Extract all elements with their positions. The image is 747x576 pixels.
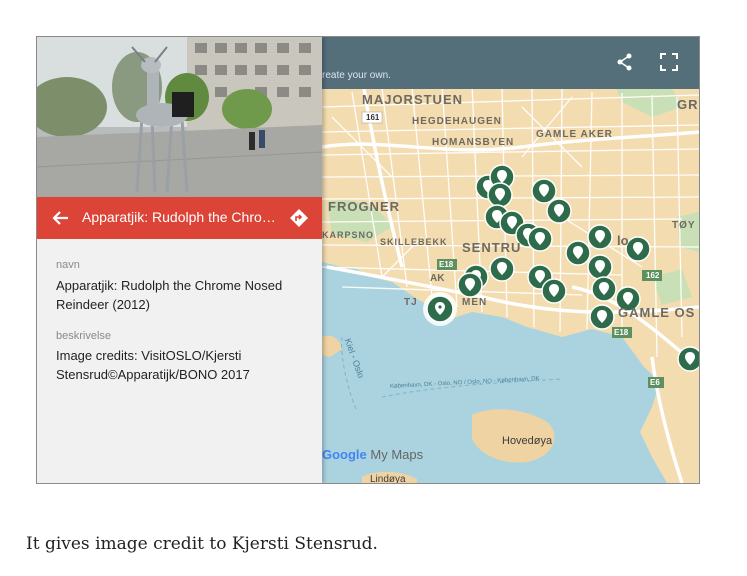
google-my-maps-logo: Google My Maps [322,447,423,462]
panel-title: Apparatjik: Rudolph the Chrome Nosed Rei… [82,209,282,225]
navn-label: navn [56,259,80,271]
label-aker: AK [430,273,445,284]
label-gr: GR [677,97,699,112]
my-maps-logo-text: My Maps [370,447,424,462]
arrow-left-icon[interactable] [51,208,71,228]
label-sentrum: SENTRU [462,240,522,255]
map-canvas[interactable]: MAJORSTUEN HEGDEHAUGEN GAMLE AKER HOMANS… [322,37,699,483]
article-caption: It gives image credit to Kjersti Stensru… [26,534,378,554]
directions-icon[interactable] [289,208,309,228]
road-e6: E6 [650,378,660,387]
road-162: 162 [646,271,660,280]
label-hegdehaugen: HEGDEHAUGEN [412,116,502,127]
panel-details: navn Apparatjik: Rudolph the Chrome Nose… [37,239,322,483]
label-tjuvholmen-end: MEN [462,297,488,308]
google-logo-text: Google [322,447,367,462]
beskrivelse-label: beskrivelse [56,330,112,342]
label-toyen: TØY [672,220,696,231]
feature-photo [37,37,322,197]
fullscreen-icon[interactable] [658,51,680,73]
label-tjuvholmen: TJ [404,297,418,308]
label-homansbyen: HOMANSBYEN [432,137,515,148]
feature-detail-panel: Apparatjik: Rudolph the Chrome Nosed Rei… [37,37,322,483]
label-gamle-oslo: GAMLE OS [618,305,696,320]
label-lindoya: Lindøya [370,474,406,483]
road-161: 161 [366,113,380,122]
beskrivelse-value: Image credits: VisitOSLO/Kjersti Stensru… [56,348,250,382]
label-karpsno: KARPSNO [322,230,375,240]
embedded-map-frame: MAJORSTUEN HEGDEHAUGEN GAMLE AKER HOMANS… [36,36,700,484]
label-majorstuen: MAJORSTUEN [362,92,464,107]
label-skillebekk: SKILLEBEKK [380,237,448,247]
road-e18-a: E18 [439,260,454,269]
share-icon[interactable] [614,51,636,73]
create-your-own-link[interactable]: reate your own. [322,70,391,81]
label-gamle-aker: GAMLE AKER [536,129,613,140]
road-e18-b: E18 [614,328,629,337]
label-hovedoya: Hovedøya [502,435,553,447]
label-lo: lo [617,233,629,248]
label-frogner: FROGNER [328,199,400,214]
map-toolbar: reate your own. [322,37,699,89]
navn-value: Apparatjik: Rudolph the Chrome Nosed Rei… [56,278,283,312]
panel-title-bar: Apparatjik: Rudolph the Chrome Nosed Rei… [37,197,322,239]
